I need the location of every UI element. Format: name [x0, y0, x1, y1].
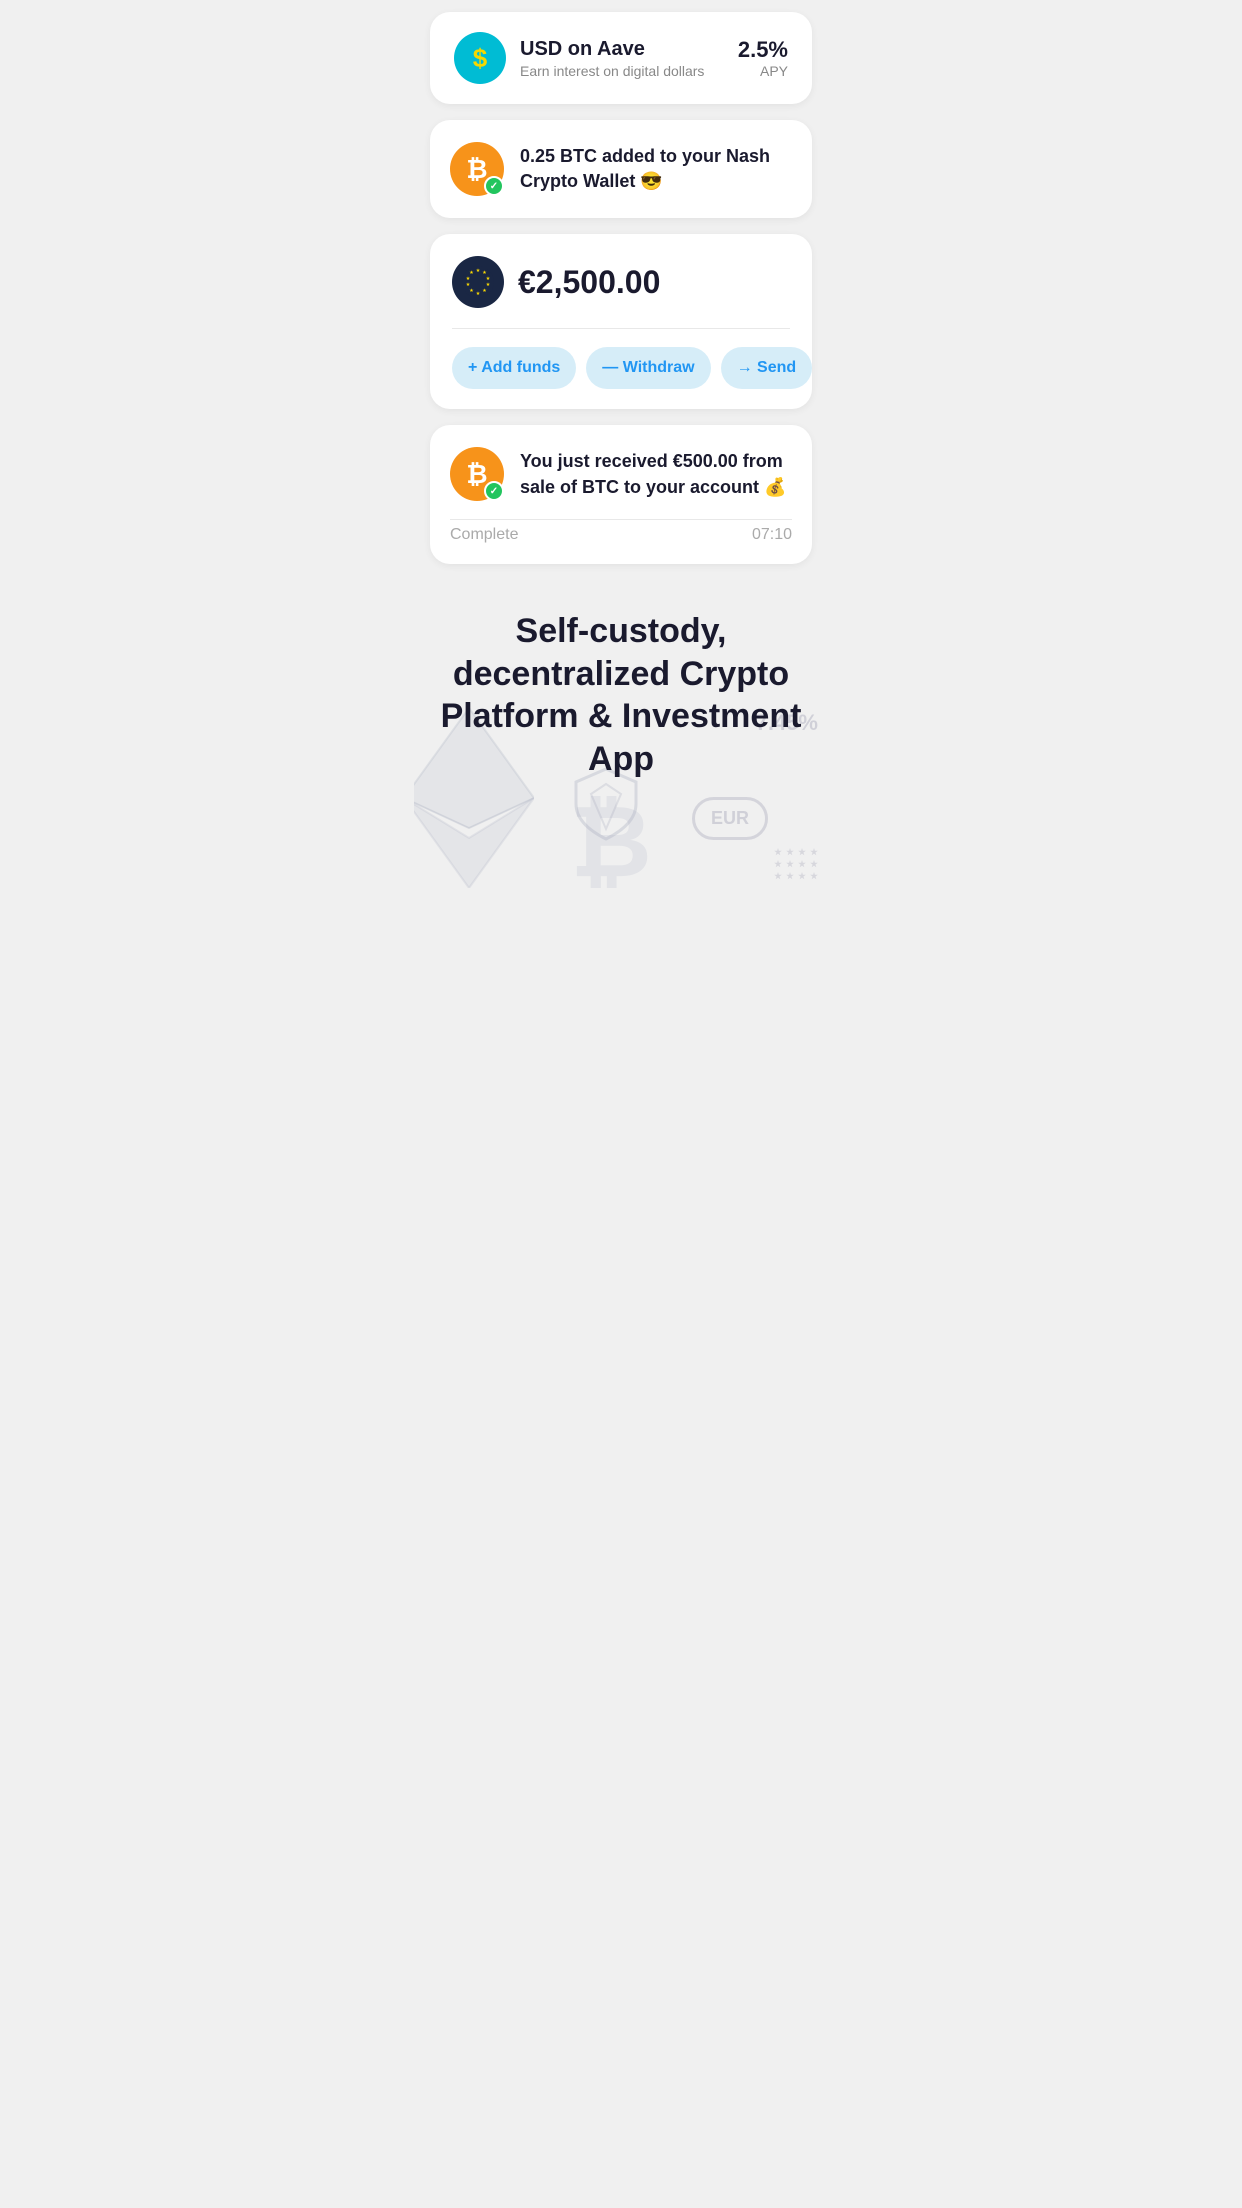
star-dot-8: [810, 860, 818, 868]
add-funds-button[interactable]: + Add funds: [452, 347, 576, 389]
eur-actions: + Add funds — Withdraw → Send: [452, 347, 790, 389]
svg-text:₿: ₿: [570, 786, 652, 898]
btc-received-icon-wrapper: ₿ ✓: [450, 447, 504, 501]
star-dot-10: [786, 872, 794, 880]
star-dot-12: [810, 872, 818, 880]
star-dot-5: [774, 860, 782, 868]
btc-received-card: ₿ ✓ You just received €500.00 from sale …: [430, 425, 812, 564]
btc-received-symbol: ₿: [466, 459, 487, 490]
btc-notification-text: 0.25 BTC added to your Nash Crypto Walle…: [520, 144, 792, 194]
btc-check-badge: ✓: [484, 176, 504, 196]
withdraw-button[interactable]: — Withdraw: [586, 347, 710, 389]
eu-stars-svg: ★ ★ ★ ★ ★ ★ ★ ★ ★ ★: [460, 264, 496, 300]
received-check-mark-icon: ✓: [490, 486, 498, 497]
star-dot-3: [798, 848, 806, 856]
aave-title: USD on Aave: [520, 38, 704, 61]
btc-time: 07:10: [752, 526, 792, 544]
star-dot-2: [786, 848, 794, 856]
star-dot-7: [798, 860, 806, 868]
svg-text:★: ★: [469, 288, 474, 294]
eur-divider: [452, 328, 790, 329]
svg-text:★: ★: [466, 282, 471, 288]
eur-amount: €2,500.00: [518, 264, 660, 301]
svg-text:★: ★: [469, 270, 474, 276]
apy-value: 2.5%: [738, 37, 788, 63]
hero-section: Self-custody, decentralized Crypto Platf…: [414, 580, 828, 900]
btc-received-message: You just received €500.00 from sale of B…: [520, 448, 792, 500]
star-dot-9: [774, 872, 782, 880]
svg-text:★: ★: [482, 288, 487, 294]
aave-card: $ USD on Aave Earn interest on digital d…: [430, 12, 812, 104]
check-mark-icon: ✓: [490, 181, 498, 192]
eur-header: ★ ★ ★ ★ ★ ★ ★ ★ ★ ★ €2,500.00: [452, 256, 790, 308]
stars-bg-decoration: [774, 848, 818, 880]
aave-subtitle: Earn interest on digital dollars: [520, 63, 704, 79]
btc-shape-svg: ₿: [561, 781, 661, 900]
btc-received-check-badge: ✓: [484, 481, 504, 501]
btc-received-footer: Complete 07:10: [450, 519, 792, 544]
btc-bg-icon: ₿: [561, 781, 661, 900]
btc-icon-wrapper: ₿ ✓: [450, 142, 504, 196]
svg-text:★: ★: [476, 291, 481, 297]
star-dot-4: [810, 848, 818, 856]
btc-received-top: ₿ ✓ You just received €500.00 from sale …: [450, 447, 792, 501]
btc-notification-card: ₿ ✓ 0.25 BTC added to your Nash Crypto W…: [430, 120, 812, 218]
btc-symbol: ₿: [466, 154, 487, 185]
aave-dollar-symbol: $: [473, 45, 487, 71]
eu-flag-icon: ★ ★ ★ ★ ★ ★ ★ ★ ★ ★: [452, 256, 504, 308]
aave-icon: $: [454, 32, 506, 84]
hero-title: Self-custody, decentralized Crypto Platf…: [434, 610, 808, 780]
star-dot-6: [786, 860, 794, 868]
apy-label: APY: [738, 63, 788, 79]
svg-text:★: ★: [466, 276, 471, 282]
page-wrapper: $ USD on Aave Earn interest on digital d…: [414, 0, 828, 564]
eur-balance-card: ★ ★ ★ ★ ★ ★ ★ ★ ★ ★ €2,500.00 + Add fund…: [430, 234, 812, 409]
star-dot-11: [798, 872, 806, 880]
btc-status: Complete: [450, 526, 518, 544]
star-dot-1: [774, 848, 782, 856]
aave-card-left: $ USD on Aave Earn interest on digital d…: [454, 32, 704, 84]
send-button[interactable]: → Send: [721, 347, 813, 389]
svg-text:★: ★: [476, 268, 481, 274]
eur-bg-label: EUR: [692, 797, 768, 840]
aave-apy: 2.5% APY: [738, 37, 788, 79]
aave-text: USD on Aave Earn interest on digital dol…: [520, 38, 704, 79]
